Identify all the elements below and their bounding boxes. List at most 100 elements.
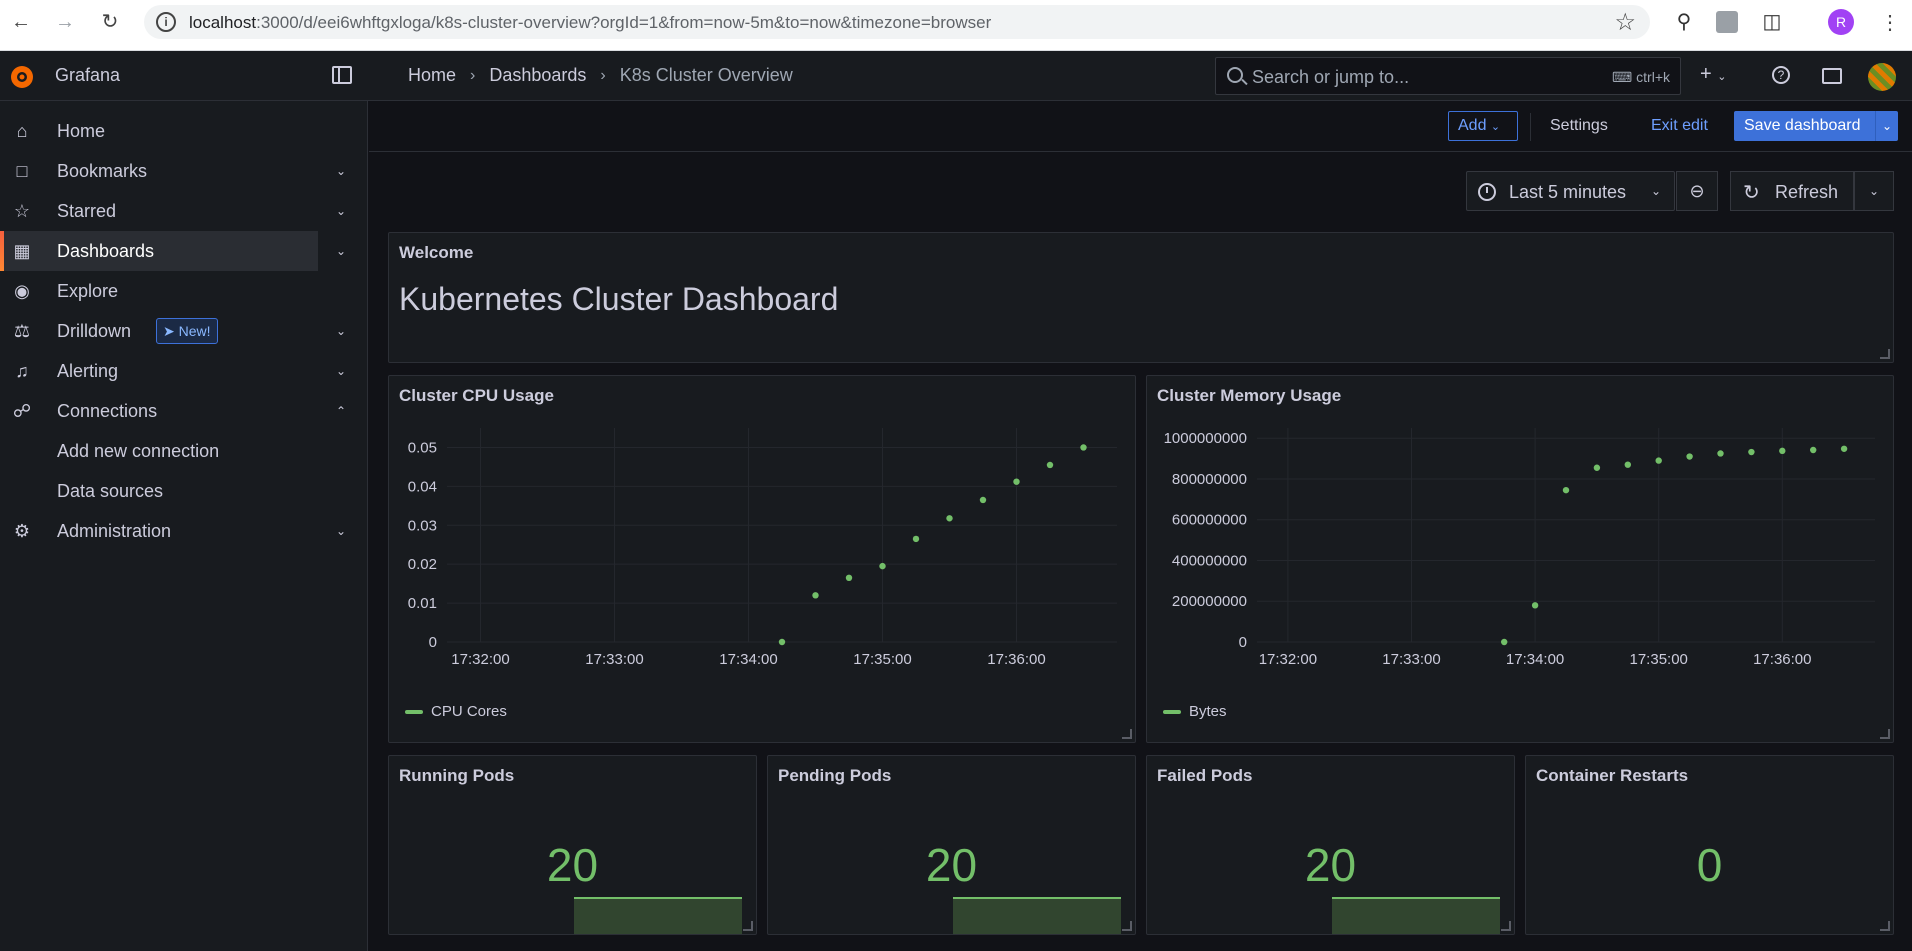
data-point[interactable] <box>1686 453 1693 460</box>
time-range-picker[interactable]: Last 5 minutes ⌄ <box>1466 171 1675 211</box>
grafana-logo-icon[interactable] <box>8 63 36 91</box>
brand-name: Grafana <box>55 65 121 85</box>
data-point[interactable] <box>1748 448 1755 456</box>
resize-handle[interactable] <box>1880 921 1890 931</box>
sidebar-item-home[interactable]: ⌂ Home <box>0 111 318 151</box>
sidebar-item-administration[interactable]: ⚙ Administration ⌄ <box>0 511 346 551</box>
chevron-down-icon[interactable]: ⌄ <box>336 524 346 538</box>
profile-avatar[interactable]: R <box>1828 9 1854 35</box>
data-point[interactable] <box>1717 450 1724 457</box>
panel-title: Failed Pods <box>1157 766 1253 785</box>
chevron-down-icon[interactable]: ⌄ <box>336 164 346 178</box>
address-bar[interactable]: i localhost:3000/d/eei6whftgxloga/k8s-cl… <box>144 5 1650 39</box>
save-dashboard-button[interactable]: Save dashboard <box>1734 111 1898 141</box>
extension-icon[interactable] <box>1716 11 1738 33</box>
save-options-chevron-icon[interactable]: ⌄ <box>1875 111 1898 141</box>
chevron-down-icon[interactable]: ⌄ <box>336 364 346 378</box>
lens-icon[interactable]: ⚲ <box>1672 10 1696 34</box>
chevron-down-icon[interactable]: ⌄ <box>336 324 346 338</box>
search-placeholder: Search or jump to... <box>1252 67 1410 87</box>
forward-icon[interactable]: → <box>52 9 78 35</box>
new-plus-icon[interactable]: + ⌄ <box>1700 63 1726 86</box>
sidebar-item-bookmarks[interactable]: □ Bookmarks ⌄ <box>0 151 347 191</box>
data-point[interactable] <box>879 562 886 570</box>
data-point[interactable] <box>1531 602 1539 609</box>
puzzle-icon[interactable]: ◫ <box>1760 10 1784 34</box>
reload-icon[interactable]: ↻ <box>97 9 123 35</box>
breadcrumb: Home › Dashboards › K8s Cluster Overview <box>408 65 793 86</box>
y-tick-label: 0.03 <box>408 517 437 534</box>
data-point[interactable] <box>812 592 819 599</box>
browser-menu-icon[interactable]: ⋮ <box>1880 10 1900 35</box>
zoom-out-button[interactable]: ⊖ <box>1676 171 1718 211</box>
data-point[interactable] <box>1593 464 1601 471</box>
stat-panel-running-pods[interactable]: Running Pods 20 <box>388 755 757 935</box>
data-point[interactable] <box>845 574 853 581</box>
refresh-interval-chevron-icon[interactable]: ⌄ <box>1854 171 1894 211</box>
memory-usage-panel[interactable]: Cluster Memory Usage 0 200000000 400000000… <box>1146 375 1894 743</box>
data-point[interactable] <box>1624 461 1631 468</box>
add-button[interactable]: Add ⌄ <box>1448 111 1518 141</box>
sidebar-item-drilldown[interactable]: ⚖ Drilldown ➤ New! ⌄ <box>0 311 346 351</box>
dock-menu-icon[interactable] <box>332 66 352 84</box>
site-info-icon[interactable]: i <box>156 12 176 32</box>
sidebar-item-explore[interactable]: ◉ Explore <box>0 271 318 311</box>
chart-legend[interactable]: CPU Cores <box>405 703 507 720</box>
chevron-down-icon[interactable]: ⌄ <box>336 204 346 218</box>
y-tick-label: 0.04 <box>408 478 437 495</box>
data-point[interactable] <box>1080 444 1087 451</box>
sidebar-subitem-add-connection[interactable]: Add new connection <box>0 431 318 471</box>
search-input[interactable]: Search or jump to... ⌨ ctrl+k <box>1215 57 1681 95</box>
data-point[interactable] <box>1810 446 1817 454</box>
breadcrumb-home[interactable]: Home <box>408 65 456 86</box>
y-tick-label: 800000000 <box>1172 471 1247 488</box>
sidebar-item-alerting[interactable]: ♫ Alerting ⌄ <box>0 351 346 391</box>
stat-panel-pending-pods[interactable]: Pending Pods 20 <box>767 755 1136 935</box>
panel-title: Container Restarts <box>1536 766 1689 785</box>
sidebar-item-label: Dashboards <box>57 240 155 261</box>
resize-handle[interactable] <box>1122 921 1132 931</box>
data-point[interactable] <box>778 638 786 646</box>
data-point[interactable] <box>1562 486 1570 494</box>
cpu-usage-panel[interactable]: Cluster CPU Usage 0 0.01 0.02 0.03 0.04 0.05 1… <box>388 375 1136 743</box>
bookmark-star-icon[interactable]: ☆ <box>1614 8 1636 37</box>
back-icon[interactable]: ← <box>8 9 34 35</box>
chevron-down-icon[interactable]: ⌄ <box>336 244 346 258</box>
data-point[interactable] <box>1501 638 1508 646</box>
refresh-button[interactable]: ↻ Refresh <box>1730 171 1854 211</box>
chevron-up-icon[interactable]: ⌃ <box>336 404 346 418</box>
sidebar-item-connections[interactable]: ☍ Connections ⌃ <box>0 391 346 431</box>
sidebar-item-starred[interactable]: ☆ Starred ⌄ <box>0 191 346 231</box>
kiosk-icon[interactable] <box>1822 68 1842 84</box>
data-point[interactable] <box>912 535 920 543</box>
user-avatar[interactable] <box>1868 63 1896 91</box>
sidebar-subitem-data-sources[interactable]: Data sources <box>0 471 318 511</box>
settings-button[interactable]: Settings <box>1550 117 1608 135</box>
panel-title: Welcome <box>399 243 474 262</box>
resize-handle[interactable] <box>1880 349 1890 359</box>
stat-panel-container-restarts[interactable]: Container Restarts 0 <box>1525 755 1894 935</box>
welcome-panel[interactable]: Welcome Kubernetes Cluster Dashboard <box>388 232 1894 363</box>
data-point[interactable] <box>1779 447 1786 455</box>
stat-value: 0 <box>1696 839 1723 891</box>
data-point[interactable] <box>979 496 987 504</box>
data-point[interactable] <box>1046 461 1054 469</box>
breadcrumb-dashboards[interactable]: Dashboards <box>489 65 586 86</box>
resize-handle[interactable] <box>1880 729 1890 739</box>
sidebar-item-dashboards[interactable]: ▦ Dashboards ⌄ <box>0 231 346 271</box>
chart-legend[interactable]: Bytes <box>1163 703 1227 720</box>
legend-label: Bytes <box>1189 703 1227 720</box>
data-point[interactable] <box>1013 478 1020 485</box>
exit-edit-button[interactable]: Exit edit <box>1651 117 1708 135</box>
data-point[interactable] <box>946 515 953 522</box>
help-icon[interactable]: ? <box>1772 66 1790 84</box>
resize-handle[interactable] <box>743 921 753 931</box>
search-icon <box>1227 67 1243 83</box>
star-icon: ☆ <box>13 201 31 221</box>
stat-panel-failed-pods[interactable]: Failed Pods 20 <box>1146 755 1515 935</box>
resize-handle[interactable] <box>1501 921 1511 931</box>
panel-title: Running Pods <box>399 766 515 785</box>
resize-handle[interactable] <box>1122 729 1132 739</box>
data-point[interactable] <box>1840 445 1848 452</box>
data-point[interactable] <box>1655 457 1662 464</box>
